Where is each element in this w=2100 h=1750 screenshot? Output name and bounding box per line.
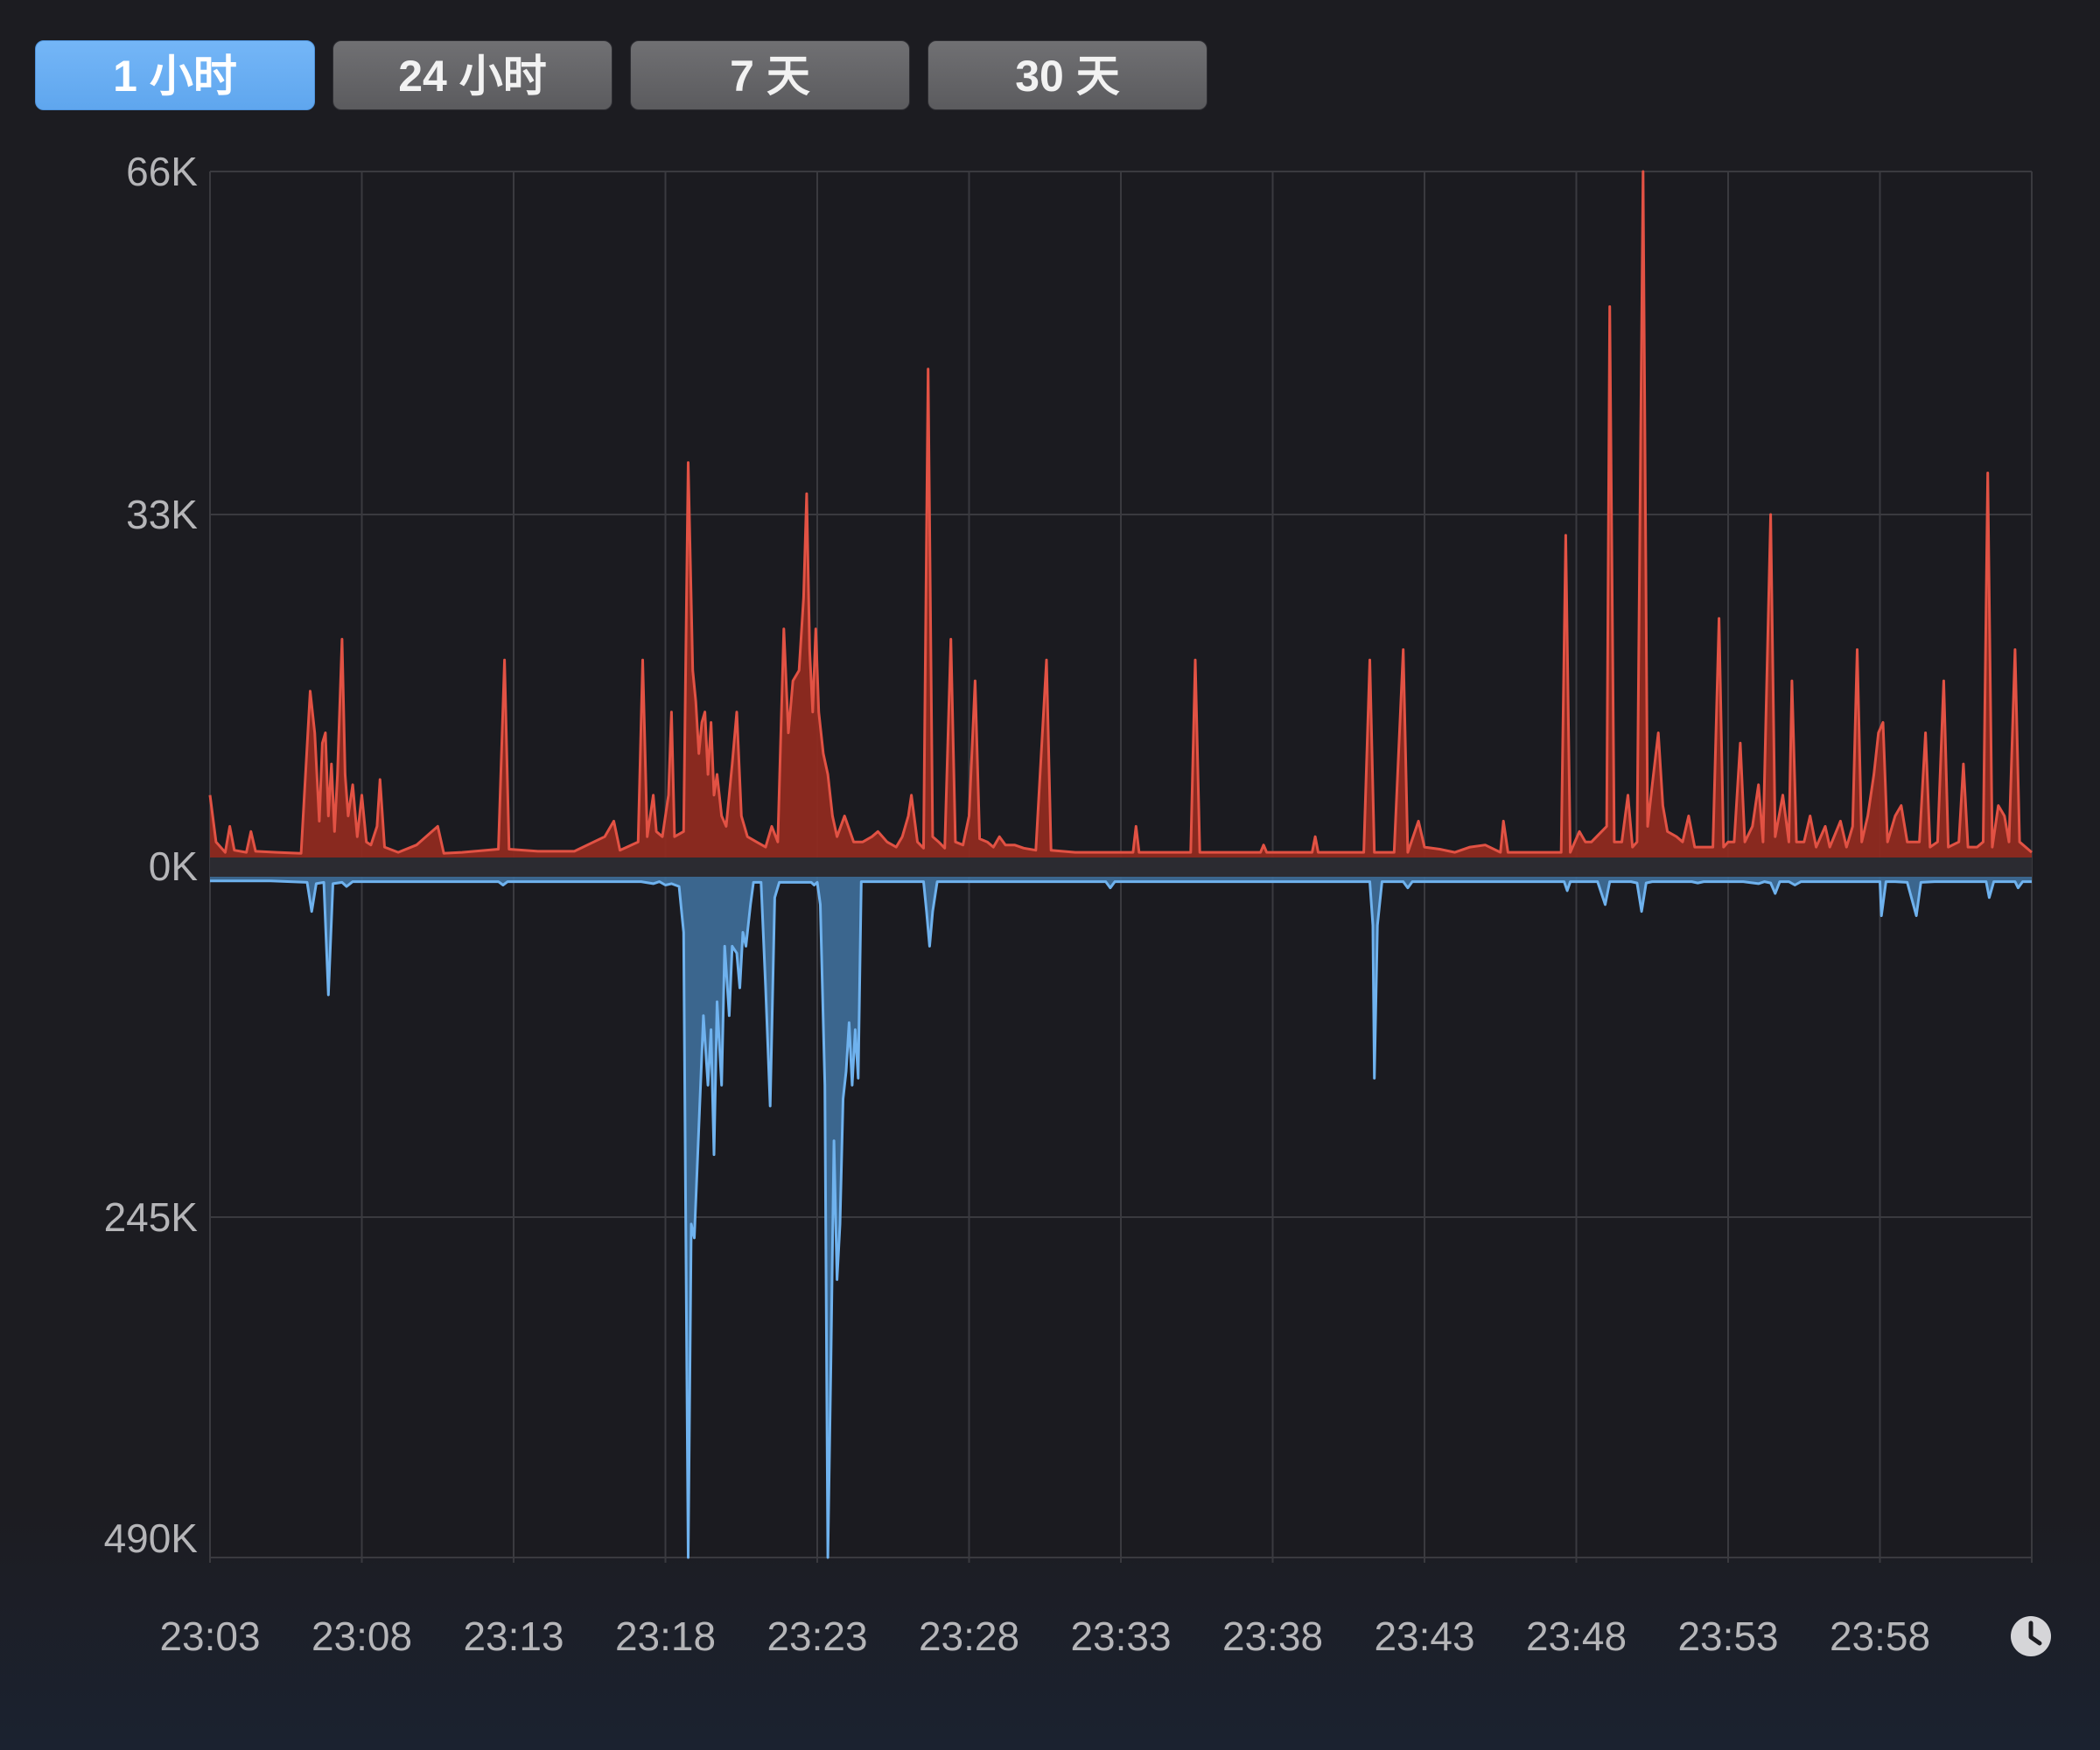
x-tick-label: 23:13 bbox=[463, 1614, 564, 1659]
x-axis-labels: 23:03 23:08 23:13 23:18 23:23 23:28 23:33 23:38… bbox=[159, 1614, 1930, 1659]
x-tick-label: 23:53 bbox=[1677, 1614, 1778, 1659]
x-tick-label: 23:43 bbox=[1374, 1614, 1474, 1659]
y-axis-labels: 66K 33K 0K 245K 490K bbox=[104, 149, 199, 1561]
x-tick-label: 23:28 bbox=[919, 1614, 1019, 1659]
y-tick-label: 66K bbox=[126, 149, 198, 194]
y-tick-label: 33K bbox=[126, 492, 198, 537]
x-tick-label: 23:08 bbox=[312, 1614, 412, 1659]
x-tick-label: 23:33 bbox=[1070, 1614, 1171, 1659]
zero-band bbox=[210, 858, 2032, 877]
y-tick-label: 490K bbox=[104, 1516, 199, 1561]
x-tick-label: 23:03 bbox=[159, 1614, 260, 1659]
x-tick-label: 23:18 bbox=[615, 1614, 716, 1659]
network-activity-chart: 66K33K0K245K490K 23:03 23:08 23:13 23:18 23:… bbox=[104, 149, 2033, 1659]
x-tick-label: 23:48 bbox=[1526, 1614, 1627, 1659]
y-tick-label: 245K bbox=[104, 1194, 199, 1240]
clock-icon[interactable] bbox=[2009, 1614, 2053, 1658]
x-tick-label: 23:38 bbox=[1222, 1614, 1323, 1659]
x-tick-label: 23:23 bbox=[766, 1614, 867, 1659]
chart-grid bbox=[209, 171, 2033, 1563]
y-tick-label: 0K bbox=[149, 844, 199, 889]
x-tick-label: 23:58 bbox=[1830, 1614, 1930, 1659]
